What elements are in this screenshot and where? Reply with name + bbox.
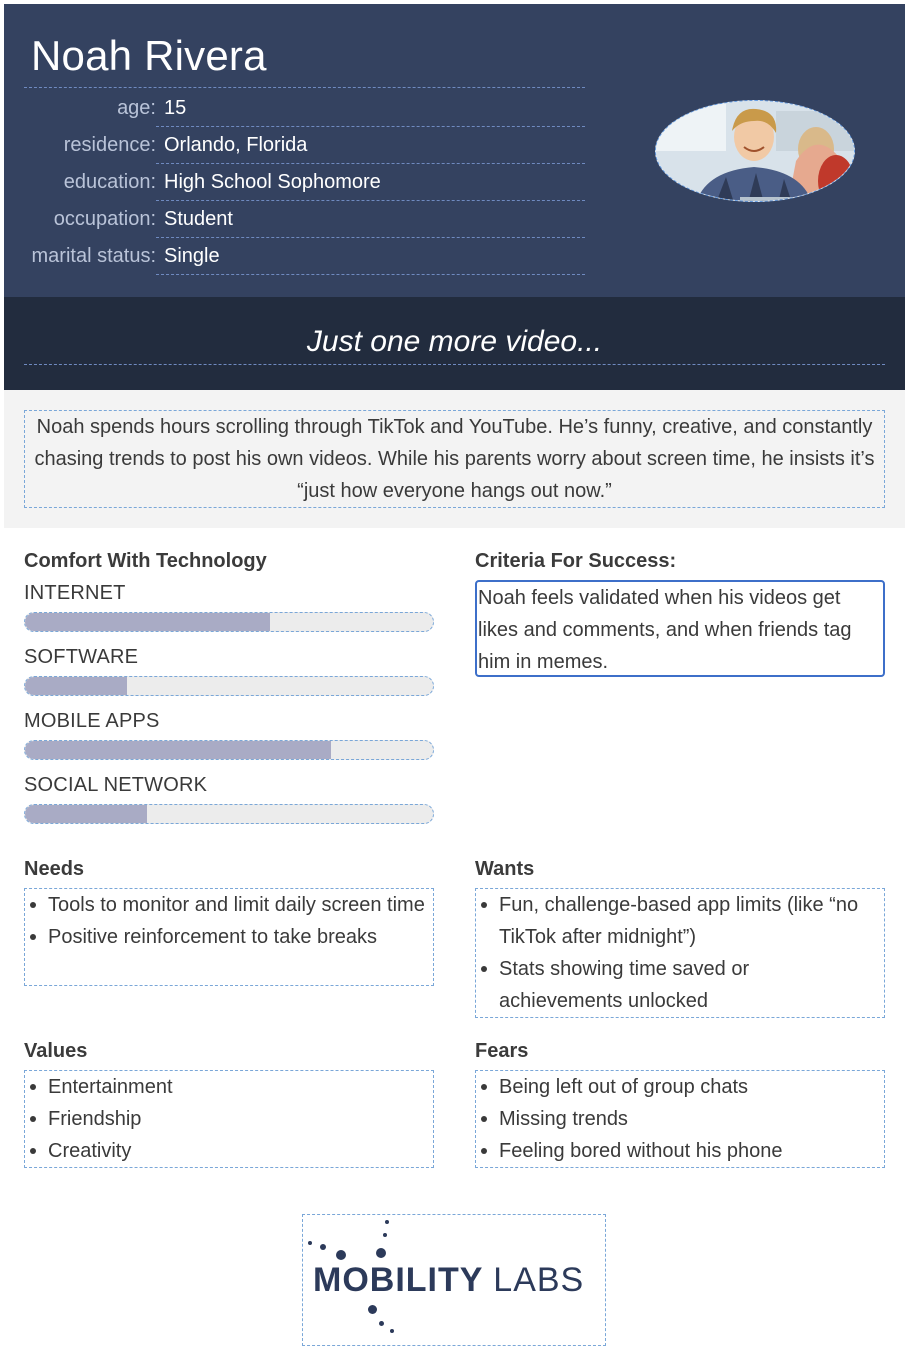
avatar	[655, 100, 855, 202]
logo-dot	[368, 1305, 377, 1314]
needs-heading: Needs	[24, 858, 85, 880]
mobility-labs-logo: MOBILITY LABS	[302, 1214, 606, 1346]
values-list: Entertainment Friendship Creativity	[25, 1071, 433, 1167]
needs-list-box: Tools to monitor and limit daily screen …	[24, 888, 434, 986]
tagline-band: Just one more video...	[4, 297, 905, 390]
comfort-heading: Comfort With Technology	[24, 550, 267, 572]
skill-label-mobile-apps: MOBILE APPS	[24, 710, 160, 732]
list-item: Friendship	[25, 1103, 433, 1135]
wants-heading: Wants	[475, 858, 535, 880]
fact-value: 15	[156, 90, 585, 127]
list-item: Being left out of group chats	[476, 1071, 884, 1103]
fears-list-box: Being left out of group chats Missing tr…	[475, 1070, 885, 1168]
logo-dot	[336, 1250, 346, 1260]
list-item: Stats showing time saved or achievements…	[476, 953, 884, 1017]
logo-wordmark: MOBILITY LABS	[313, 1261, 584, 1300]
fact-value: High School Sophomore	[156, 164, 585, 201]
skill-bar-fill	[25, 677, 127, 695]
logo-dot	[383, 1233, 387, 1237]
persona-facts: age: 15 residence: Orlando, Florida educ…	[4, 90, 594, 275]
wants-list: Fun, challenge-based app limits (like “n…	[476, 889, 884, 1017]
persona-name: Noah Rivera	[31, 32, 267, 79]
persona-bio: Noah spends hours scrolling through TikT…	[24, 410, 885, 508]
fact-label: residence:	[63, 134, 156, 156]
logo-dot	[376, 1248, 386, 1258]
list-item: Missing trends	[476, 1103, 884, 1135]
fears-list: Being left out of group chats Missing tr…	[476, 1071, 884, 1167]
fact-row-residence: residence: Orlando, Florida	[4, 127, 594, 164]
skill-label-software: SOFTWARE	[24, 646, 139, 668]
logo-dot	[320, 1244, 326, 1250]
persona-page: Noah Rivera age: 15 residence: Orlando, …	[0, 0, 906, 1350]
skill-label-internet: INTERNET	[24, 582, 126, 604]
logo-word-bold: MOBILITY	[313, 1261, 483, 1299]
skill-bar-social-network	[24, 804, 434, 824]
skill-bar-internet	[24, 612, 434, 632]
skill-label-social-network: SOCIAL NETWORK	[24, 774, 208, 796]
fact-label: occupation:	[53, 208, 156, 230]
list-item: Tools to monitor and limit daily screen …	[25, 889, 433, 921]
criteria-text-box[interactable]: Noah feels validated when his videos get…	[475, 580, 885, 677]
logo-word-light: LABS	[493, 1261, 585, 1299]
list-item: Feeling bored without his phone	[476, 1135, 884, 1167]
fact-row-marital-status: marital status: Single	[4, 238, 594, 275]
fact-value: Orlando, Florida	[156, 127, 585, 164]
fact-label: age:	[117, 97, 156, 119]
fact-label: marital status:	[31, 245, 156, 267]
logo-dot	[390, 1329, 394, 1333]
list-item: Creativity	[25, 1135, 433, 1167]
fact-label: education:	[63, 171, 156, 193]
name-divider	[24, 87, 585, 88]
values-list-box: Entertainment Friendship Creativity	[24, 1070, 434, 1168]
list-item: Entertainment	[25, 1071, 433, 1103]
criteria-heading: Criteria For Success:	[475, 550, 677, 572]
skill-bar-software	[24, 676, 434, 696]
fact-value: Single	[156, 238, 585, 275]
persona-tagline: Just one more video...	[24, 323, 885, 365]
needs-list: Tools to monitor and limit daily screen …	[25, 889, 433, 953]
values-heading: Values	[24, 1040, 88, 1062]
wants-list-box: Fun, challenge-based app limits (like “n…	[475, 888, 885, 1018]
bio-band: Noah spends hours scrolling through TikT…	[4, 390, 905, 528]
logo-dot	[379, 1321, 384, 1326]
list-item: Positive reinforcement to take breaks	[25, 921, 433, 953]
fact-row-occupation: occupation: Student	[4, 201, 594, 238]
skill-bar-fill	[25, 613, 270, 631]
fears-heading: Fears	[475, 1040, 529, 1062]
logo-dot	[385, 1220, 389, 1224]
fact-value: Student	[156, 201, 585, 238]
logo-dot	[308, 1241, 312, 1245]
fact-row-education: education: High School Sophomore	[4, 164, 594, 201]
avatar-illustration	[656, 101, 854, 201]
skill-bar-mobile-apps	[24, 740, 434, 760]
fact-row-age: age: 15	[4, 90, 594, 127]
skill-bar-fill	[25, 741, 331, 759]
list-item: Fun, challenge-based app limits (like “n…	[476, 889, 884, 953]
persona-header: Noah Rivera age: 15 residence: Orlando, …	[4, 4, 905, 297]
skill-bar-fill	[25, 805, 148, 823]
